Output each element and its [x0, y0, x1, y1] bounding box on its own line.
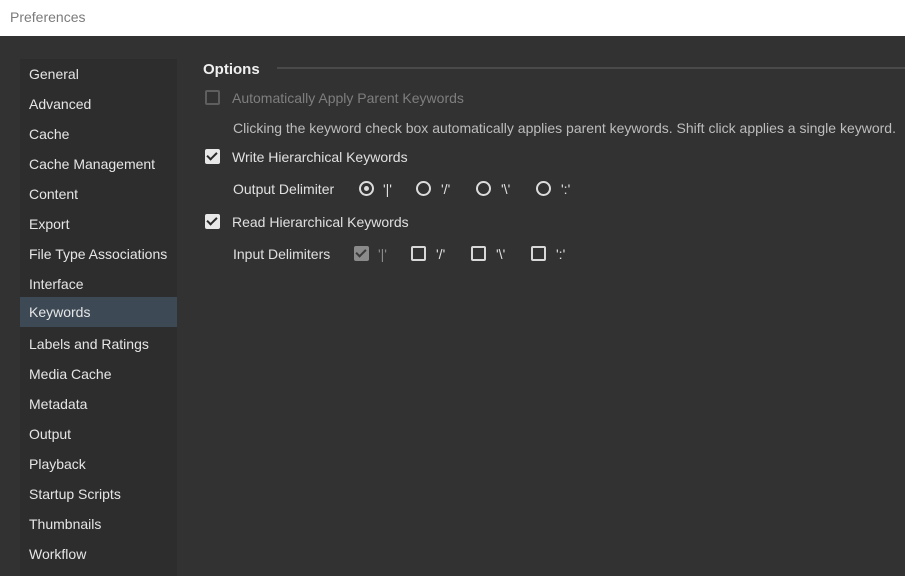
- output-delimiter-radio-backslash[interactable]: [476, 181, 491, 196]
- sidebar-item-advanced[interactable]: Advanced: [20, 89, 177, 119]
- preferences-sidebar: General Advanced Cache Cache Management …: [20, 59, 177, 576]
- sidebar-item-cache[interactable]: Cache: [20, 119, 177, 149]
- write-hierarchical-label: Write Hierarchical Keywords: [232, 149, 408, 165]
- input-delimiters-label: Input Delimiters: [233, 246, 331, 262]
- sidebar-item-thumbnails[interactable]: Thumbnails: [20, 509, 177, 539]
- sidebar-item-export[interactable]: Export: [20, 209, 177, 239]
- sidebar-item-playback[interactable]: Playback: [20, 449, 177, 479]
- sidebar-item-metadata[interactable]: Metadata: [20, 389, 177, 419]
- output-delimiter-colon-label: ':': [561, 181, 571, 197]
- sidebar-item-workflow[interactable]: Workflow: [20, 539, 177, 569]
- input-delimiter-checkbox-slash[interactable]: [411, 246, 426, 261]
- output-delimiter-backslash-label: '\': [501, 181, 511, 197]
- sidebar-item-media-cache[interactable]: Media Cache: [20, 359, 177, 389]
- options-section-title: Options: [203, 61, 260, 78]
- input-delimiter-checkbox-pipe[interactable]: [354, 246, 369, 261]
- read-hierarchical-label: Read Hierarchical Keywords: [232, 214, 409, 230]
- sidebar-item-content[interactable]: Content: [20, 179, 177, 209]
- output-delimiter-label: Output Delimiter: [233, 181, 335, 197]
- title-bar: Preferences: [0, 0, 905, 36]
- input-delimiter-checkbox-colon[interactable]: [531, 246, 546, 261]
- write-hierarchical-checkbox[interactable]: [205, 149, 220, 164]
- sidebar-item-output[interactable]: Output: [20, 419, 177, 449]
- input-delimiter-slash-label: '/': [436, 246, 446, 262]
- sidebar-item-startup-scripts[interactable]: Startup Scripts: [20, 479, 177, 509]
- sidebar-item-labels-and-ratings[interactable]: Labels and Ratings: [20, 329, 177, 359]
- auto-apply-parent-label: Automatically Apply Parent Keywords: [232, 90, 464, 106]
- section-divider: [277, 67, 905, 69]
- input-delimiter-backslash-label: '\': [496, 246, 506, 262]
- read-hierarchical-checkbox[interactable]: [205, 214, 220, 229]
- output-delimiter-radio-colon[interactable]: [536, 181, 551, 196]
- sidebar-item-cache-management[interactable]: Cache Management: [20, 149, 177, 179]
- output-delimiter-pipe-label: '|': [383, 181, 392, 197]
- output-delimiter-radio-pipe[interactable]: [359, 181, 374, 196]
- sidebar-item-interface[interactable]: Interface: [20, 269, 177, 299]
- auto-apply-description: Clicking the keyword check box automatic…: [233, 120, 896, 136]
- input-delimiter-checkbox-backslash[interactable]: [471, 246, 486, 261]
- output-delimiter-radio-slash[interactable]: [416, 181, 431, 196]
- sidebar-item-file-type-associations[interactable]: File Type Associations: [20, 239, 177, 269]
- input-delimiter-colon-label: ':': [556, 246, 566, 262]
- window-title: Preferences: [10, 9, 86, 25]
- sidebar-item-general[interactable]: General: [20, 59, 177, 89]
- sidebar-item-keywords[interactable]: Keywords: [20, 297, 177, 327]
- input-delimiter-pipe-label: '|': [378, 246, 387, 262]
- output-delimiter-slash-label: '/': [441, 181, 451, 197]
- auto-apply-parent-checkbox[interactable]: [205, 90, 220, 105]
